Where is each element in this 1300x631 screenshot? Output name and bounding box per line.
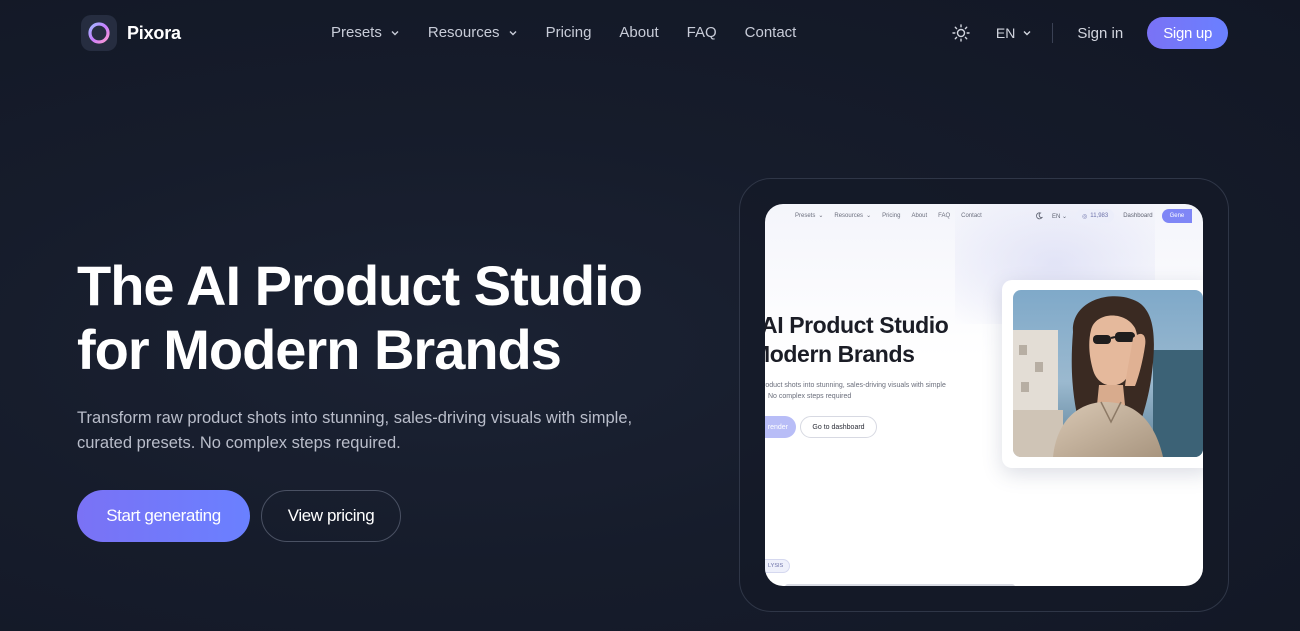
preview-nav-item: Pricing [882, 212, 901, 219]
nav-item-pricing[interactable]: Pricing [546, 24, 592, 41]
preview-screen: Presets ⌄ Resources ⌄ Pricing About FAQ Co… [765, 204, 1203, 586]
nav-divider [1052, 23, 1054, 43]
sun-icon[interactable] [952, 24, 970, 42]
nav-label: Contact [744, 24, 797, 41]
preview-title-line2: Modern Brands [765, 341, 915, 367]
nav-label: Pricing [545, 24, 592, 41]
chevron-down-icon [391, 30, 399, 35]
chevron-down-icon [1023, 31, 1031, 36]
nav-item-contact[interactable]: Contact [745, 24, 797, 41]
pixora-logo-icon [81, 15, 117, 51]
language-label: EN [995, 25, 1016, 41]
coin-icon: ◎ [1082, 213, 1088, 220]
hero-title-line1: The AI Product Studio [77, 254, 643, 317]
brand-logo[interactable]: Pixora [81, 15, 181, 51]
preview-credits-badge: ◎ 11,983 [1076, 209, 1115, 223]
preview-photo-card [1002, 280, 1203, 468]
preview-hero-title: AI Product Studio Modern Brands [765, 311, 949, 369]
nav-item-resources[interactable]: Resources [428, 24, 518, 41]
preview-hero-subtitle: roduct shots into stunning, sales-drivin… [765, 380, 946, 402]
language-selector[interactable]: EN [996, 25, 1032, 41]
preview-render-button: render [765, 416, 796, 438]
preview-nav-item: Contact [961, 212, 982, 219]
preview-nav-item: About [911, 212, 928, 219]
hero-title-line2: for Modern Brands [77, 318, 562, 381]
moon-icon [1036, 212, 1043, 220]
preview-nav: Presets ⌄ Resources ⌄ Pricing About FAQ Co… [795, 212, 982, 220]
chevron-down-icon [509, 30, 517, 35]
preview-nav-item: Presets ⌄ [795, 212, 824, 220]
start-generating-button[interactable]: Start generating [77, 490, 250, 542]
main-menu: Presets Resources Pricing About FAQ Cont… [331, 24, 796, 41]
nav-actions: EN Sign in Sign up [952, 17, 1228, 49]
hero-subtitle: Transform raw product shots into stunnin… [77, 409, 633, 452]
preview-nav-actions: EN ⌄ ◎ 11,983 Dashboard Gene [1035, 209, 1193, 223]
top-navbar: Pixora Presets Resources Pricing About F… [0, 0, 1300, 66]
hero-title: The AI Product Studio for Modern Brands [77, 254, 677, 382]
nav-item-faq[interactable]: FAQ [687, 24, 717, 41]
preview-sub-line2: No complex steps required [768, 393, 852, 400]
preview-nav-item: FAQ [938, 212, 951, 219]
nav-item-presets[interactable]: Presets [331, 24, 400, 41]
nav-label: Presets [331, 24, 382, 41]
preview-sub-line1: roduct shots into stunning, sales-drivin… [765, 382, 946, 389]
preview-dashboard-button: Go to dashboard [800, 416, 877, 438]
woman-sunglasses-photo [1013, 290, 1203, 457]
brand-name: Pixora [127, 22, 181, 43]
preview-title-line1: AI Product Studio [765, 312, 949, 338]
nav-label: FAQ [686, 24, 717, 41]
preview-dashboard-link: Dashboard [1123, 213, 1153, 219]
sign-up-button[interactable]: Sign up [1147, 17, 1228, 49]
view-pricing-button[interactable]: View pricing [261, 490, 401, 542]
nav-label: Resources [427, 24, 500, 41]
preview-cut-off-text [785, 584, 1015, 586]
preview-nav-item: Resources ⌄ [834, 212, 872, 220]
preview-section-tag: LYSIS [765, 559, 791, 573]
nav-item-about[interactable]: About [619, 24, 658, 41]
preview-generate-button: Gene [1161, 209, 1193, 223]
sign-in-link[interactable]: Sign in [1077, 25, 1123, 42]
nav-label: About [619, 24, 659, 41]
preview-language: EN ⌄ [1052, 213, 1068, 220]
